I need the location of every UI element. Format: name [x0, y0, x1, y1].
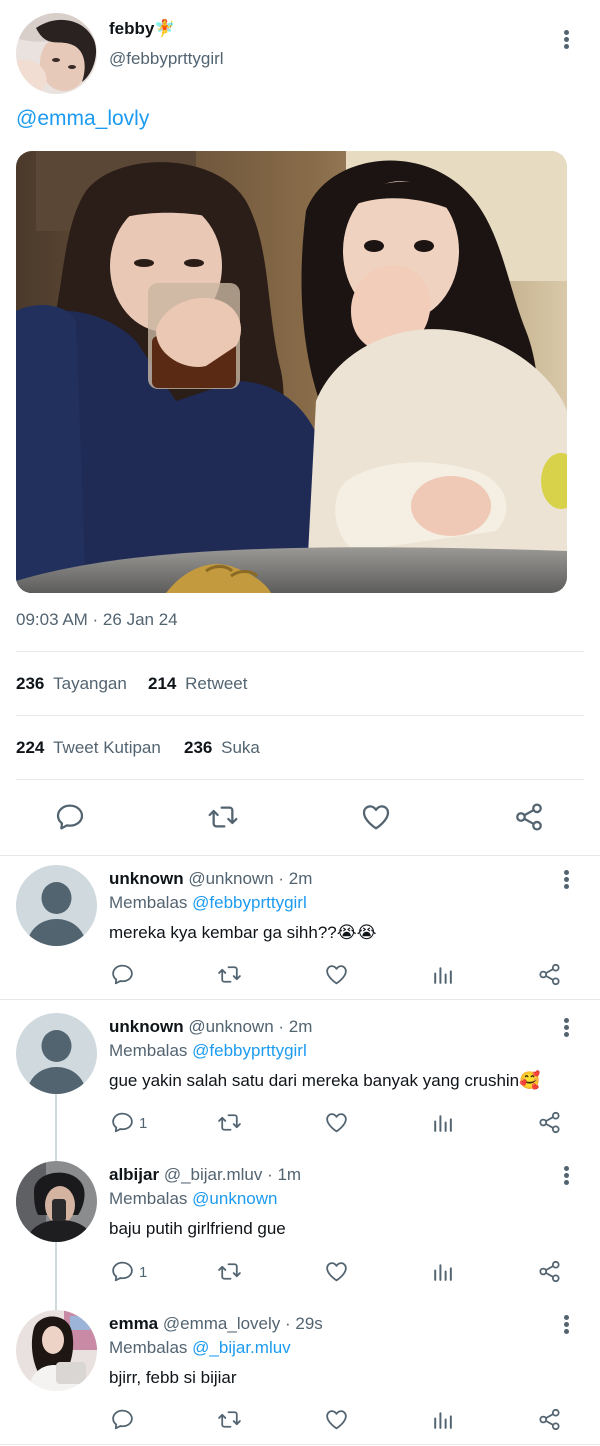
default-avatar-icon [16, 865, 97, 946]
retweet-icon[interactable] [217, 1407, 242, 1432]
avatar[interactable] [16, 1310, 97, 1391]
reply-author-name[interactable]: unknown [109, 1017, 184, 1036]
reply-text: baju putih girlfriend gue [109, 1219, 286, 1238]
replying-label: Membalas [109, 893, 188, 912]
likes-label: Suka [221, 738, 260, 757]
divider [16, 715, 584, 716]
comment-icon[interactable] [54, 801, 86, 833]
replying-label: Membalas [109, 1041, 188, 1060]
quotes-count: 224 [16, 738, 45, 757]
replying-to-link[interactable]: @febbyprttygirl [192, 893, 307, 912]
reply-author-name[interactable]: unknown [109, 869, 184, 888]
tweet-timestamp: 09:03 AM · 26 Jan 24 [16, 610, 178, 629]
reply-count: 1 [139, 1115, 148, 1132]
divider [0, 999, 600, 1000]
retweets-stat[interactable]: 214 Retweet [148, 674, 247, 694]
avatar[interactable] [16, 1161, 97, 1242]
retweet-icon[interactable] [207, 801, 239, 833]
heart-icon[interactable] [324, 1259, 349, 1284]
avatar[interactable] [16, 865, 97, 946]
share-icon[interactable] [537, 1110, 562, 1135]
mention-link[interactable]: @emma_lovly [16, 107, 149, 131]
retweet-icon[interactable] [217, 1110, 242, 1135]
analytics-icon[interactable] [430, 1110, 455, 1135]
views-count: 236 [16, 674, 45, 693]
comment-icon[interactable] [110, 962, 135, 987]
heart-icon[interactable] [324, 1407, 349, 1432]
more-icon[interactable] [555, 27, 579, 51]
reply-text: mereka kya kembar ga sihh??😭😭 [109, 923, 377, 942]
views-label: Tayangan [53, 674, 127, 693]
reply-text: gue yakin salah satu dari mereka banyak … [109, 1071, 541, 1090]
author-display-name: febby🧚 [109, 19, 176, 38]
share-icon[interactable] [513, 801, 545, 833]
retweets-label: Retweet [185, 674, 248, 693]
comment-icon[interactable] [110, 1407, 135, 1432]
user-photo [16, 1161, 97, 1242]
author-avatar[interactable] [16, 13, 97, 94]
heart-icon[interactable] [360, 801, 392, 833]
author-photo [16, 13, 97, 94]
divider [0, 1444, 600, 1445]
more-icon[interactable] [555, 1015, 579, 1039]
share-icon[interactable] [537, 1407, 562, 1432]
replying-to: Membalas @unknown [109, 1189, 277, 1209]
replying-to-link[interactable]: @unknown [192, 1189, 277, 1208]
likes-stat[interactable]: 236 Suka [184, 738, 260, 758]
heart-icon[interactable] [324, 1110, 349, 1135]
analytics-icon[interactable] [430, 962, 455, 987]
share-icon[interactable] [537, 962, 562, 987]
replying-label: Membalas [109, 1338, 188, 1357]
author-handle[interactable]: @febbyprttygirl [109, 49, 224, 69]
retweets-count: 214 [148, 674, 177, 693]
reply-author-meta: @unknown · 2m [188, 869, 313, 888]
replying-label: Membalas [109, 1189, 188, 1208]
views-stat[interactable]: 236 Tayangan [16, 674, 127, 694]
retweet-icon[interactable] [217, 962, 242, 987]
reply-author-name[interactable]: emma [109, 1314, 158, 1333]
replying-to-link[interactable]: @_bijar.mluv [192, 1338, 291, 1357]
divider [16, 651, 584, 652]
tweet-photo[interactable] [16, 151, 567, 593]
reply-author-name[interactable]: albijar [109, 1165, 159, 1184]
reply-author-meta: @unknown · 2m [188, 1017, 313, 1036]
thread-line [55, 1242, 57, 1310]
quotes-stat[interactable]: 224 Tweet Kutipan [16, 738, 161, 758]
reply-author-meta: @_bijar.mluv · 1m [163, 1165, 302, 1184]
comment-icon[interactable] [110, 1259, 135, 1284]
replying-to: Membalas @febbyprttygirl [109, 893, 307, 913]
avatar[interactable] [16, 1013, 97, 1094]
divider [16, 779, 584, 780]
more-icon[interactable] [555, 867, 579, 891]
reply-text: bjirr, febb si bijiar [109, 1368, 237, 1387]
author-name[interactable]: febby🧚 [109, 19, 176, 39]
heart-icon[interactable] [324, 962, 349, 987]
replying-to: Membalas @_bijar.mluv [109, 1338, 291, 1358]
replying-to: Membalas @febbyprttygirl [109, 1041, 307, 1061]
quotes-label: Tweet Kutipan [53, 738, 161, 757]
reply-author-meta: @emma_lovely · 29s [162, 1314, 323, 1333]
more-icon[interactable] [555, 1163, 579, 1187]
analytics-icon[interactable] [430, 1259, 455, 1284]
default-avatar-icon [16, 1013, 97, 1094]
replying-to-link[interactable]: @febbyprttygirl [192, 1041, 307, 1060]
more-icon[interactable] [555, 1312, 579, 1336]
reply-count: 1 [139, 1264, 148, 1281]
likes-count: 236 [184, 738, 213, 757]
share-icon[interactable] [537, 1259, 562, 1284]
user-photo [16, 1310, 97, 1391]
divider [0, 855, 600, 856]
reply-header: albijar @_bijar.mluv · 1m [109, 1165, 301, 1185]
analytics-icon[interactable] [430, 1407, 455, 1432]
thread-line [55, 1094, 57, 1162]
retweet-icon[interactable] [217, 1259, 242, 1284]
comment-icon[interactable] [110, 1110, 135, 1135]
reply-header: unknown @unknown · 2m [109, 1017, 312, 1037]
reply-header: unknown @unknown · 2m [109, 869, 312, 889]
reply-header: emma @emma_lovely · 29s [109, 1314, 323, 1334]
photo-image [16, 151, 567, 593]
